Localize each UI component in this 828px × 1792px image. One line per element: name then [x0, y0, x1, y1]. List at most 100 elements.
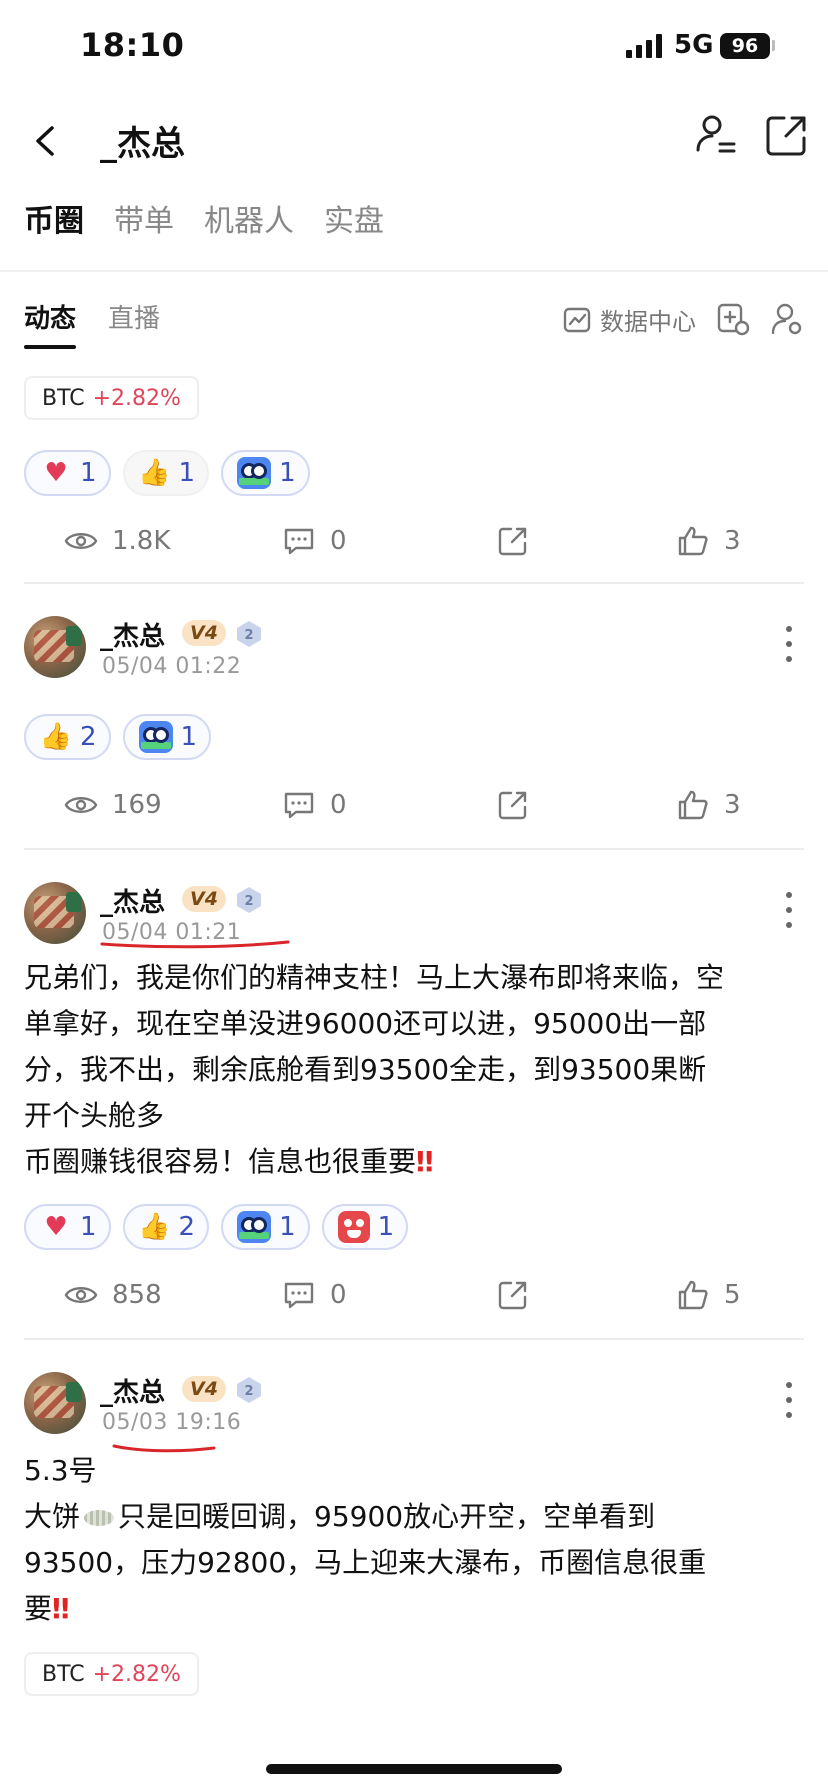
tab-live-trading[interactable]: 实盘	[324, 196, 384, 256]
comment-button[interactable]: 0	[282, 788, 347, 822]
reaction-angry[interactable]: 1	[321, 1204, 409, 1250]
battery-icon: 96	[720, 33, 770, 59]
post-stats: 858 0 5	[0, 1278, 828, 1318]
share-button[interactable]	[496, 524, 530, 558]
data-center-button[interactable]: 数据中心	[562, 302, 696, 337]
like-button[interactable]: 3	[676, 524, 741, 558]
reaction-hodl[interactable]: 1	[221, 450, 310, 496]
share-icon	[498, 791, 527, 820]
divider	[0, 270, 828, 272]
comment-icon	[284, 1282, 314, 1309]
level-number: 2	[244, 628, 253, 643]
thumbs-up-outline-icon	[678, 526, 708, 556]
reaction-count: 2	[178, 1212, 196, 1242]
more-options-icon[interactable]	[786, 892, 794, 928]
post-text-line: 开个头舱多	[24, 1099, 165, 1132]
reaction-count: 1	[180, 722, 198, 752]
reaction-thumbs-up[interactable]: 👍 2	[122, 1204, 210, 1250]
angry-face-icon	[337, 1211, 370, 1243]
user-settings-icon[interactable]	[770, 302, 804, 336]
coin-tag[interactable]: BTC +2.82%	[24, 376, 199, 420]
avatar[interactable]	[24, 882, 86, 944]
level-number: 2	[244, 1384, 253, 1399]
chevron-left-icon[interactable]	[28, 116, 68, 166]
page-title: _杰总	[100, 124, 185, 164]
tab-feed[interactable]: 动态	[24, 298, 77, 349]
user-list-icon[interactable]	[694, 112, 740, 158]
post-text-line: 5.3号	[24, 1454, 97, 1487]
coin-tag[interactable]: BTC +2.82%	[24, 1652, 199, 1696]
post-header: _杰总 V4 2 05/04 01:22	[24, 616, 804, 682]
reaction-count: 1	[377, 1212, 395, 1242]
comments-count: 0	[330, 790, 347, 820]
avatar[interactable]	[24, 616, 86, 678]
comment-icon	[284, 792, 314, 819]
sub-tabs: 动态 直播	[24, 298, 160, 349]
heart-icon: ♥	[44, 1212, 68, 1242]
comment-button[interactable]: 0	[282, 524, 347, 558]
battery-level: 96	[731, 35, 759, 57]
tab-copy-trading[interactable]: 带单	[114, 196, 174, 256]
thumbs-up-icon: 👍	[138, 1212, 171, 1242]
battery-tip	[772, 40, 775, 51]
reaction-heart[interactable]: ♥ 1	[24, 450, 111, 496]
reaction-hodl[interactable]: 1	[122, 714, 212, 760]
double-exclamation-icon: ‼	[416, 1145, 433, 1178]
share-out-icon[interactable]	[764, 112, 810, 158]
views-stat: 1.8K	[64, 524, 170, 558]
divider	[24, 582, 804, 584]
like-button[interactable]: 5	[676, 1278, 741, 1312]
eye-icon	[64, 533, 98, 549]
likes-count: 3	[724, 790, 741, 820]
post-body: 5.3号 大饼 只是回暖回调，95900放心开空，空单看到 93500，压力928…	[24, 1448, 804, 1632]
author-name[interactable]: _杰总	[100, 1372, 165, 1409]
author-name[interactable]: _杰总	[100, 882, 165, 919]
likes-count: 3	[724, 526, 741, 556]
post-text-line: 兄弟们，我是你们的精神支柱！马上大瀑布即将来临，空	[24, 961, 725, 994]
post-text-line: 93500，压力92800，马上迎来大瀑布，币圈信息很重	[24, 1546, 707, 1579]
cellular-signal-icon	[626, 34, 662, 58]
home-indicator[interactable]	[266, 1764, 562, 1774]
tab-robot[interactable]: 机器人	[204, 196, 294, 256]
thumbs-up-outline-icon	[678, 790, 708, 820]
reaction-thumbs-up[interactable]: 👍 2	[24, 714, 111, 760]
tab-live[interactable]: 直播	[108, 298, 160, 349]
comment-button[interactable]: 0	[282, 1278, 347, 1312]
add-post-icon[interactable]	[716, 302, 750, 336]
more-options-icon[interactable]	[786, 1382, 794, 1418]
reaction-count: 1	[279, 458, 296, 488]
share-icon	[498, 1281, 527, 1310]
data-center-label: 数据中心	[600, 308, 696, 336]
share-button[interactable]	[496, 788, 530, 822]
main-tabs: 币圈 带单 机器人 实盘	[24, 196, 384, 256]
post-stats: 169 0 3	[0, 788, 828, 828]
like-button[interactable]: 3	[676, 788, 741, 822]
vip-badge: V4	[182, 1376, 226, 1402]
thumbs-up-outline-icon	[678, 1280, 708, 1310]
reaction-count: 1	[279, 1212, 296, 1242]
red-underline-mark	[100, 940, 290, 949]
views-stat: 858	[64, 1278, 162, 1312]
tab-coin-circle[interactable]: 币圈	[24, 196, 84, 256]
level-badge-icon: 2	[237, 621, 261, 647]
more-options-icon[interactable]	[786, 626, 794, 662]
reaction-bar: ♥ 1 👍 2 1 1	[24, 1204, 409, 1250]
avatar[interactable]	[24, 1372, 86, 1434]
double-exclamation-icon: ‼	[52, 1592, 69, 1625]
level-badge-icon: 2	[237, 1377, 261, 1403]
post-text-segment: 只是回暖回调，95900放心开空，空单看到	[118, 1500, 656, 1533]
share-button[interactable]	[496, 1278, 530, 1312]
level-number: 2	[244, 894, 253, 909]
reaction-count: 1	[80, 458, 97, 488]
author-name[interactable]: _杰总	[100, 616, 165, 653]
level-badge-icon: 2	[237, 887, 261, 913]
hodl-icon	[237, 457, 272, 489]
post-text-segment: 大饼	[24, 1500, 81, 1533]
post-time: 05/04 01:22	[102, 654, 242, 679]
views-count: 169	[112, 790, 162, 820]
post-text-line: 币圈赚钱很容易！信息也很重要	[24, 1145, 417, 1178]
reaction-heart[interactable]: ♥ 1	[24, 1204, 111, 1250]
reaction-thumbs-up[interactable]: 👍 1	[122, 450, 210, 496]
reaction-hodl[interactable]: 1	[221, 1204, 310, 1250]
chart-icon	[563, 307, 591, 332]
